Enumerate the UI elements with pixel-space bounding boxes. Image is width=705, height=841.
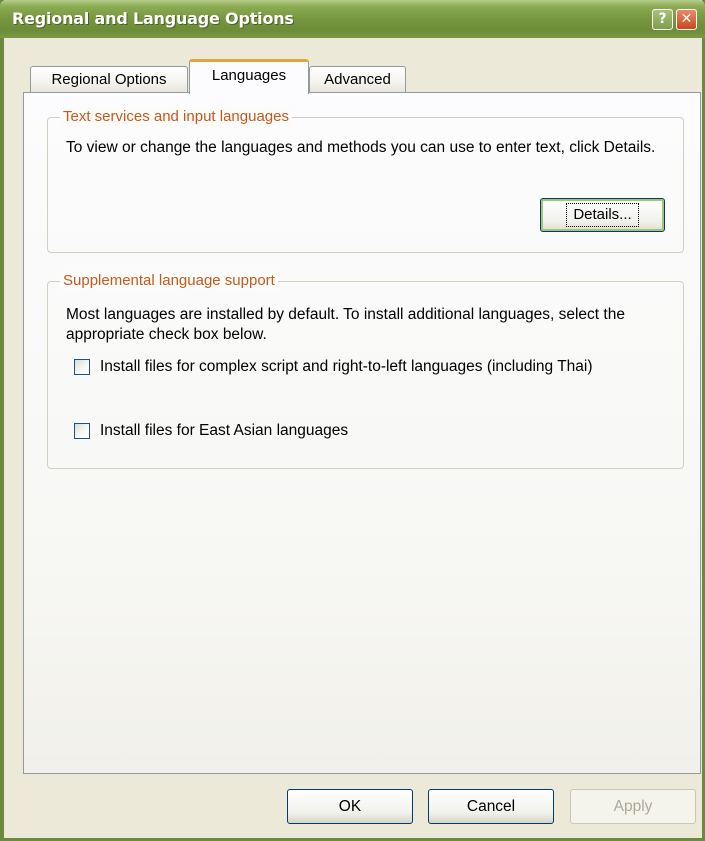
cancel-button[interactable]: Cancel: [428, 789, 554, 824]
text-services-description: To view or change the languages and meth…: [66, 139, 656, 156]
tab-advanced[interactable]: Advanced: [309, 66, 406, 92]
details-button-label: Details...: [566, 203, 639, 227]
ok-button[interactable]: OK: [287, 789, 413, 824]
groupbox-legend: Text services and input languages: [60, 107, 292, 127]
details-button[interactable]: Details...: [540, 198, 665, 232]
tab-regional-options[interactable]: Regional Options: [30, 66, 188, 92]
tab-label: Languages: [211, 67, 287, 84]
help-button[interactable]: ?: [652, 9, 673, 30]
complex-script-checkbox-label[interactable]: Install files for complex script and rig…: [100, 357, 670, 377]
supplemental-description: Most languages are installed by default.…: [66, 306, 625, 343]
groupbox-legend: Supplemental language support: [60, 271, 278, 291]
tab-panel-languages: Text services and input languages To vie…: [23, 92, 701, 774]
help-icon: ?: [658, 11, 667, 27]
east-asian-checkbox[interactable]: [74, 423, 90, 439]
tab-languages[interactable]: Languages: [189, 59, 309, 94]
east-asian-checkbox-label[interactable]: Install files for East Asian languages: [100, 421, 670, 441]
dialog-window: Regional and Language Options ? ✕ Region…: [0, 0, 705, 841]
close-button[interactable]: ✕: [676, 9, 697, 30]
apply-button[interactable]: Apply: [570, 789, 696, 824]
tab-label: Advanced: [324, 71, 391, 88]
tab-label: Regional Options: [51, 71, 167, 88]
window-title: Regional and Language Options: [12, 9, 294, 28]
text-services-groupbox: Text services and input languages To vie…: [47, 107, 684, 253]
supplemental-language-groupbox: Supplemental language support Most langu…: [47, 271, 684, 469]
complex-script-checkbox[interactable]: [74, 359, 90, 375]
close-icon: ✕: [680, 11, 693, 27]
title-bar[interactable]: Regional and Language Options ? ✕: [0, 0, 705, 38]
